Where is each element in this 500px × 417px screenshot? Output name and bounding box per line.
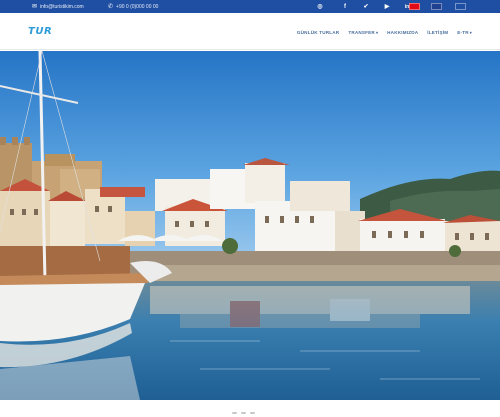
slider-dot[interactable] [250,412,255,414]
site-header: TUR GÜNLÜK TURLAR TRANSFER▾ HAKKIMIZDA İ… [0,13,500,50]
phone-text: +90 0 (0)000 00 00 [116,3,159,10]
instagram-icon[interactable]: ◎ [314,0,326,13]
nav-item-transfer[interactable]: TRANSFER▾ [348,30,378,35]
turkish-flag-icon[interactable] [409,3,420,10]
twitter-icon[interactable]: ✔ [360,0,372,13]
nav-item-label: İLETİŞİM [427,29,449,35]
email-text: info@turistikim.com [40,3,84,10]
slider-dot[interactable] [241,412,246,414]
logo-text: TUR [28,25,53,37]
top-contact-bar: ✉ info@turistikim.com ✆ +90 0 (0)000 00 … [0,0,500,13]
main-nav: GÜNLÜK TURLAR TRANSFER▾ HAKKIMIZDA İLETİ… [297,26,472,38]
phone-icon: ✆ [108,4,114,10]
nav-item-label: TRANSFER [348,29,375,35]
slider-indicators[interactable] [232,412,255,414]
nav-item-about[interactable]: HAKKIMIZDA [387,30,418,35]
envelope-icon: ✉ [32,4,38,10]
nav-item-daily-tours[interactable]: GÜNLÜK TURLAR [297,30,339,35]
facebook-icon[interactable]: f [339,0,351,13]
chevron-down-icon: ▾ [469,29,472,35]
slider-dot[interactable] [232,412,237,414]
nav-item-language[interactable]: E-TR▾ [457,30,472,35]
nav-item-contact[interactable]: İLETİŞİM [427,30,448,35]
hero-banner [0,51,500,400]
site-logo[interactable]: TUR [28,25,52,37]
nav-item-label: E-TR [457,29,469,35]
page-footer-strip [0,400,500,417]
marmaris-harbor-photo [0,51,500,400]
phone-contact[interactable]: ✆ +90 0 (0)000 00 00 [108,0,158,13]
nav-item-label: GÜNLÜK TURLAR [296,29,340,35]
chevron-down-icon: ▾ [375,29,379,35]
youtube-icon[interactable]: ▶ [381,0,393,13]
nav-item-label: HAKKIMIZDA [387,29,419,35]
email-contact[interactable]: ✉ info@turistikim.com [32,0,84,13]
russian-flag-icon[interactable] [455,3,466,10]
uk-flag-icon[interactable] [431,3,442,10]
